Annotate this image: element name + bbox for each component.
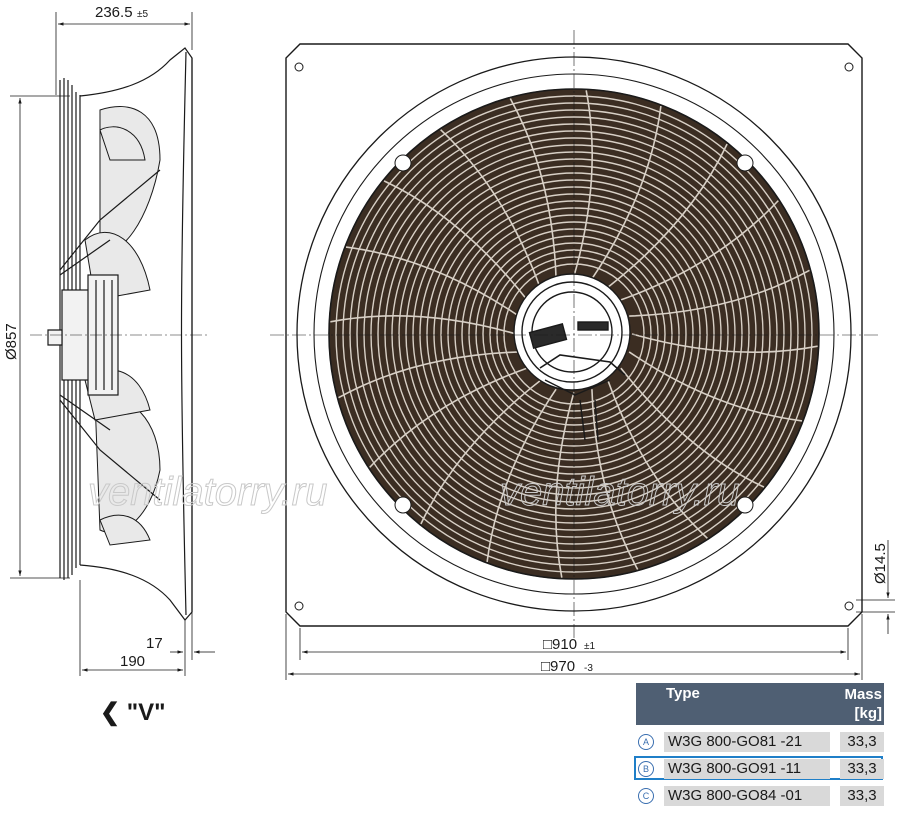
dim-diameter: Ø857: [3, 323, 20, 360]
row-type: W3G 800-GO91 -11: [664, 759, 830, 779]
dim-depth-total-tol: ±5: [137, 9, 148, 20]
header-mass-line1: Mass: [844, 686, 882, 703]
dim-depth-b: 190: [120, 653, 145, 670]
view-label: ❮ "V": [100, 699, 166, 726]
dim-depth-a: 17: [146, 635, 163, 652]
dim-inner-square: □910: [543, 636, 577, 653]
header-type: Type: [666, 685, 700, 702]
dim-outer-square-tol: -3: [584, 663, 593, 674]
dim-outer-square: □970: [541, 658, 575, 675]
row-mark-a: A: [638, 734, 654, 750]
table-row: C W3G 800-GO84 -01 33,3: [636, 786, 884, 806]
header-mass-line2: [kg]: [854, 705, 883, 722]
row-mass: 33,3: [840, 786, 884, 806]
side-view: [47, 47, 193, 621]
table-row: A W3G 800-GO81 -21 33,3: [636, 732, 884, 752]
row-mass: 33,3: [840, 732, 884, 752]
dim-inner-square-tol: ±1: [584, 641, 595, 652]
row-mark-c: C: [638, 788, 654, 804]
dim-depth-total: 236.5: [95, 4, 133, 21]
type-table: Type Mass [kg] A W3G 800-GO81 -21 33,3 B…: [634, 683, 884, 806]
watermark: ventilatorry.ru: [88, 470, 327, 514]
row-mark-b: B: [638, 761, 654, 777]
dim-hole: Ø14.5: [872, 543, 889, 584]
row-mass: 33,3: [840, 759, 884, 779]
row-type: W3G 800-GO81 -21: [664, 732, 830, 752]
table-row-highlighted: B W3G 800-GO91 -11 33,3: [634, 756, 884, 780]
table-header: Type Mass [kg]: [636, 683, 884, 725]
watermark-2: ventilatorry.ru: [500, 470, 739, 514]
header-mass: Mass [kg]: [844, 685, 882, 723]
row-type: W3G 800-GO84 -01: [664, 786, 830, 806]
